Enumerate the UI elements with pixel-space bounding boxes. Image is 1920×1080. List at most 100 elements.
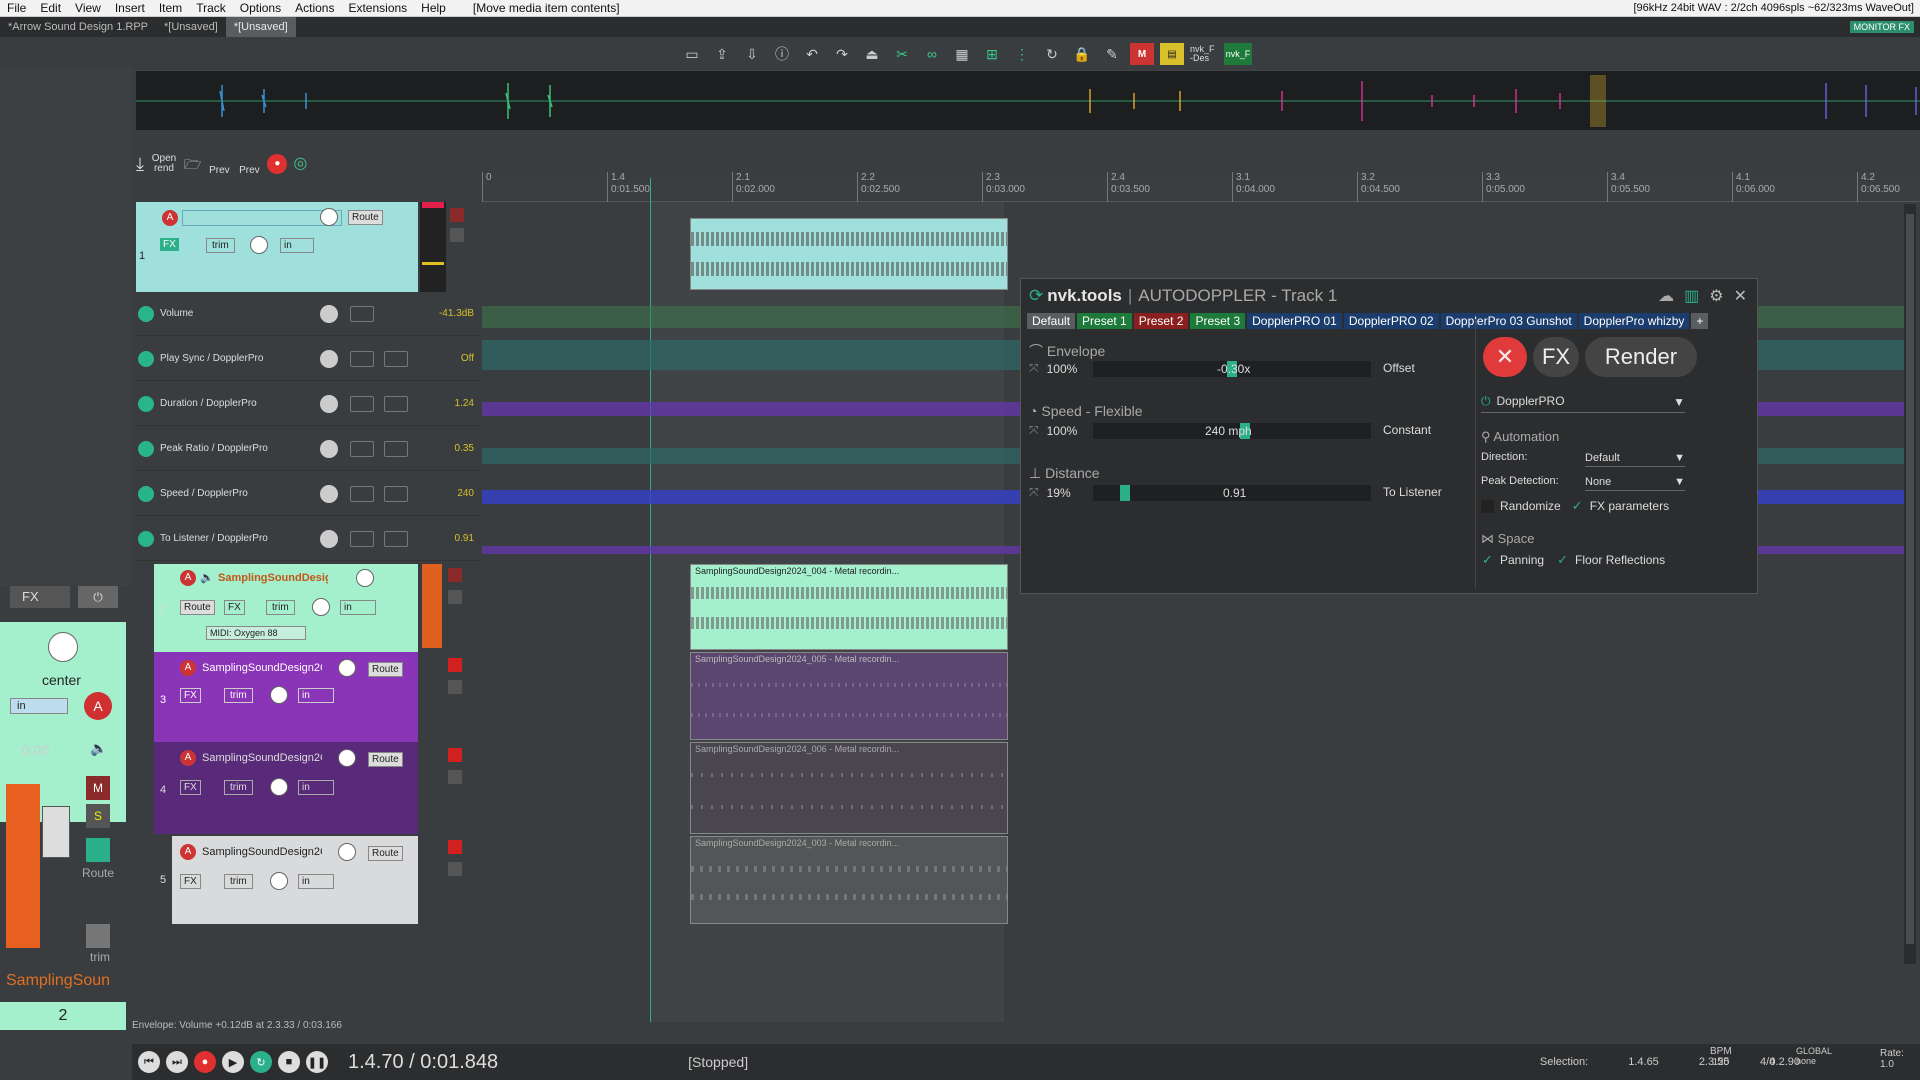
loop-icon[interactable]: ↻ (1040, 43, 1064, 65)
preset-2[interactable]: Preset 2 (1133, 313, 1189, 329)
pause-icon[interactable]: ❚❚ (306, 1051, 328, 1073)
env-shape-button[interactable] (350, 485, 374, 502)
nvk-des-button[interactable]: nvk_F -Des (1190, 43, 1218, 65)
metronome-icon[interactable]: ⏏ (860, 43, 884, 65)
envelope-mode[interactable]: Offset (1383, 361, 1415, 375)
menu-actions[interactable]: Actions (288, 1, 341, 15)
menu-help[interactable]: Help (414, 1, 453, 15)
volume-knob[interactable] (338, 659, 356, 677)
fx-button[interactable]: FX (180, 780, 201, 795)
target-icon[interactable]: ◎ (293, 156, 307, 172)
repeat-icon[interactable]: ↻ (250, 1051, 272, 1073)
distance-pct[interactable]: 19% (1047, 486, 1087, 500)
ripple-icon[interactable]: ✂ (890, 43, 914, 65)
folder-icon[interactable]: 🗁 (184, 157, 201, 171)
mute-button[interactable] (448, 568, 462, 582)
timeline-ruler[interactable]: 0 1.4 0:01.500 2.1 0:02.000 2.2 0:02.500 2.3 0:0… (482, 172, 1920, 202)
speed-mode[interactable]: Constant (1383, 423, 1431, 437)
play-icon[interactable]: ▶ (222, 1051, 244, 1073)
monitor-fx-button[interactable]: MONITOR FX (1849, 21, 1914, 33)
track-5-panel[interactable]: A SamplingSoundDesign2C Route FX trim in (172, 836, 418, 924)
env-lane-play-sync[interactable]: Play Sync / DopplerPro Off (136, 337, 482, 381)
power-icon[interactable]: ⏻ (1481, 394, 1491, 408)
lock-icon[interactable]: 🔒 (1070, 43, 1094, 65)
env-shape-button[interactable] (350, 395, 374, 412)
record-arm-button[interactable]: A (180, 750, 196, 766)
preset-default[interactable]: Default (1027, 313, 1076, 329)
route-icon[interactable] (86, 838, 110, 862)
plugin-select-dropdown[interactable]: ⏻ DopplerPRO ▼ (1481, 391, 1685, 413)
record-icon[interactable]: ● (194, 1051, 216, 1073)
go-end-icon[interactable]: ⏭ (166, 1051, 188, 1073)
track-name[interactable]: SamplingSoundDesign2C (202, 846, 322, 858)
envelope-pct[interactable]: 100% (1047, 362, 1087, 376)
speed-pct[interactable]: 100% (1047, 424, 1087, 438)
input-select[interactable]: in (340, 600, 376, 615)
open-rend-button[interactable]: Open rend (150, 154, 178, 174)
route-button[interactable]: Route (180, 600, 215, 615)
env-mode-button[interactable] (384, 395, 408, 412)
input-select[interactable]: in (280, 238, 314, 253)
track-name[interactable]: SamplingSoundDesign2C (218, 572, 328, 584)
pan-knob[interactable] (270, 778, 288, 796)
expand-icon[interactable]: ⤧ (1029, 361, 1039, 376)
env-knob[interactable] (320, 394, 338, 413)
mixer-fx-button[interactable]: FX (10, 586, 70, 608)
solo-button[interactable] (448, 862, 462, 876)
input-select[interactable]: in (298, 688, 334, 703)
media-item-track4[interactable]: SamplingSoundDesign2024_006 - Metal reco… (690, 742, 1008, 834)
env-mode-button[interactable] (384, 440, 408, 457)
open-icon[interactable]: ⇪ (710, 43, 734, 65)
media-item-track1[interactable] (690, 218, 1008, 290)
env-lane-speed[interactable]: Speed / DopplerPro 240 (136, 472, 482, 516)
rate-box[interactable]: Rate: 1.0 (1880, 1048, 1904, 1070)
mute-button[interactable] (448, 748, 462, 762)
mute-button[interactable] (448, 840, 462, 854)
project-tab[interactable]: *[Unsaved] (156, 17, 226, 37)
env-mode-button[interactable] (384, 350, 408, 367)
media-item-track2[interactable]: SamplingSoundDesign2024_004 - Metal reco… (690, 564, 1008, 650)
info-icon[interactable]: ⓘ (770, 43, 794, 65)
pan-knob[interactable] (270, 686, 288, 704)
add-preset-button[interactable]: + (1691, 313, 1709, 329)
record-arm-button[interactable]: A (162, 210, 178, 226)
power-icon[interactable] (138, 305, 154, 322)
env-lane-volume[interactable]: Volume -41.3dB (136, 292, 482, 336)
menu-edit[interactable]: Edit (33, 1, 68, 15)
env-settings-button[interactable] (350, 305, 374, 322)
prev-button-1[interactable]: Prev (207, 152, 231, 176)
solo-button[interactable] (448, 590, 462, 604)
power-icon[interactable]: ⏻ (78, 586, 118, 608)
bpm-box[interactable]: BPM 120 (1710, 1046, 1732, 1068)
vertical-scrollbar[interactable] (1904, 204, 1916, 964)
trim-button[interactable]: trim (266, 600, 295, 615)
env-knob[interactable] (320, 304, 338, 323)
expand-icon[interactable]: ⤧ (1029, 485, 1039, 500)
menu-view[interactable]: View (68, 1, 108, 15)
input-select[interactable]: in (10, 698, 68, 714)
env-lane-duration[interactable]: Duration / DopplerPro 1.24 (136, 382, 482, 426)
track-2-panel[interactable]: A 🔈 SamplingSoundDesign2C Route FX trim … (154, 564, 418, 652)
menu-file[interactable]: File (0, 1, 33, 15)
selection-start[interactable]: 1.4.65 (1628, 1056, 1659, 1068)
env-knob[interactable] (320, 529, 338, 548)
record-arm-button[interactable]: A (84, 692, 112, 720)
distance-slider[interactable]: 0.91 (1093, 485, 1371, 501)
record-arm-button[interactable]: A (180, 844, 196, 860)
power-icon[interactable] (138, 530, 154, 547)
global-mode[interactable]: none (1796, 1056, 1832, 1066)
save-icon[interactable]: ⇩ (740, 43, 764, 65)
time-signature[interactable]: 4/4 (1760, 1056, 1775, 1068)
media-item-track3[interactable]: SamplingSoundDesign2024_005 - Metal reco… (690, 652, 1008, 740)
speaker-icon[interactable]: 🔈 (90, 740, 107, 757)
menu-track[interactable]: Track (189, 1, 233, 15)
m-script-button[interactable]: M (1130, 43, 1154, 65)
track-3-panel[interactable]: A SamplingSoundDesign2C Route FX trim in (154, 652, 418, 742)
overview-navigator[interactable] (136, 70, 1920, 130)
speed-slider[interactable]: 240 mph (1093, 423, 1371, 439)
power-icon[interactable] (138, 395, 154, 412)
media-item-track5[interactable]: SamplingSoundDesign2024_003 - Metal reco… (690, 836, 1008, 924)
pan-knob[interactable] (48, 632, 78, 662)
expand-icon[interactable]: ⤧ (1029, 423, 1039, 438)
fader[interactable] (42, 806, 70, 858)
